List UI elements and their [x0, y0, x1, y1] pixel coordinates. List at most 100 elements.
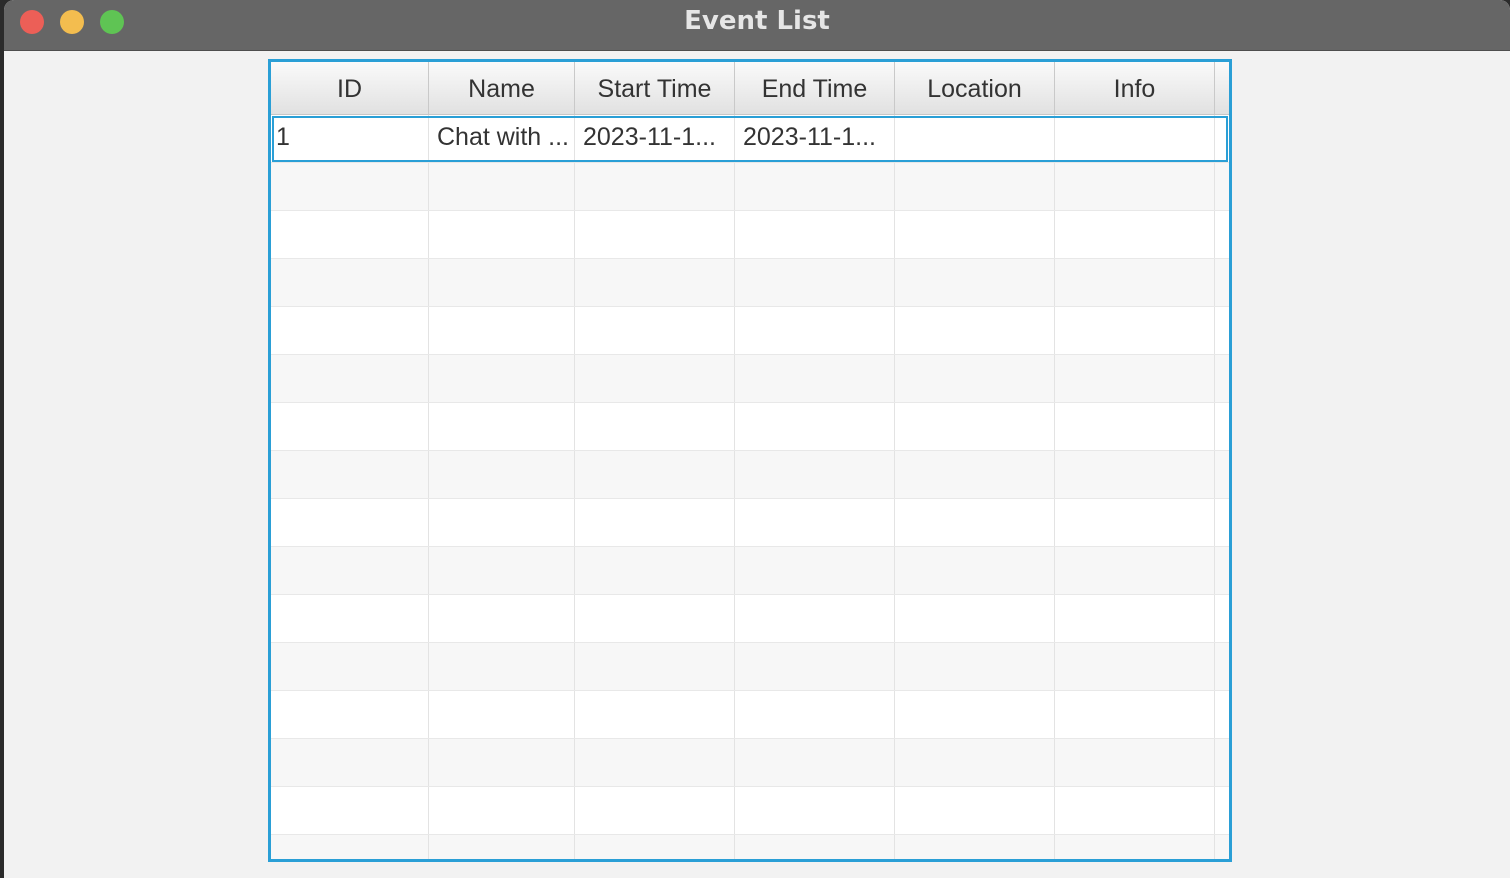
empty-cell [271, 691, 429, 738]
empty-cell [429, 595, 575, 642]
cell-filler [1215, 499, 1229, 546]
empty-table-row[interactable] [271, 307, 1229, 355]
empty-cell [429, 163, 575, 210]
cell-filler [1215, 163, 1229, 210]
empty-cell [271, 739, 429, 786]
column-header-id[interactable]: ID [271, 62, 429, 114]
empty-cell [735, 163, 895, 210]
empty-table-row[interactable] [271, 163, 1229, 211]
cell-filler [1215, 355, 1229, 402]
cell-filler [1215, 739, 1229, 786]
empty-cell [895, 595, 1055, 642]
column-header-name[interactable]: Name [429, 62, 575, 114]
empty-cell [271, 643, 429, 690]
empty-cell [1055, 355, 1215, 402]
empty-cell [735, 595, 895, 642]
empty-cell [429, 499, 575, 546]
empty-cell [895, 547, 1055, 594]
empty-table-row[interactable] [271, 211, 1229, 259]
empty-table-row[interactable] [271, 259, 1229, 307]
empty-table-row[interactable] [271, 595, 1229, 643]
empty-cell [575, 691, 735, 738]
cell-filler [1215, 691, 1229, 738]
empty-table-row[interactable] [271, 355, 1229, 403]
empty-cell [735, 307, 895, 354]
empty-cell [1055, 739, 1215, 786]
cell-filler [1215, 259, 1229, 306]
empty-cell [1055, 451, 1215, 498]
empty-cell [895, 355, 1055, 402]
empty-table-row[interactable] [271, 835, 1229, 859]
empty-table-row[interactable] [271, 643, 1229, 691]
empty-cell [271, 451, 429, 498]
empty-cell [429, 835, 575, 859]
empty-table-row[interactable] [271, 499, 1229, 547]
empty-cell [575, 787, 735, 834]
empty-cell [735, 547, 895, 594]
empty-cell [575, 739, 735, 786]
empty-cell [735, 643, 895, 690]
empty-cell [735, 211, 895, 258]
empty-cell [735, 499, 895, 546]
empty-table-row[interactable] [271, 739, 1229, 787]
empty-cell [429, 307, 575, 354]
empty-cell [1055, 547, 1215, 594]
column-header-info[interactable]: Info [1055, 62, 1215, 114]
empty-table-row[interactable] [271, 691, 1229, 739]
cell-filler [1215, 451, 1229, 498]
cell-name: Chat with ... [429, 115, 575, 162]
cell-info [1055, 115, 1215, 162]
empty-cell [575, 163, 735, 210]
empty-cell [1055, 643, 1215, 690]
empty-cell [429, 643, 575, 690]
empty-table-row[interactable] [271, 547, 1229, 595]
empty-cell [895, 259, 1055, 306]
table-row[interactable]: 1 Chat with ... 2023-11-1... 2023-11-1..… [271, 115, 1229, 163]
empty-cell [1055, 403, 1215, 450]
app-window: Event List ID Name Start Time End Time L… [4, 0, 1510, 878]
cell-filler [1215, 835, 1229, 859]
empty-cell [735, 691, 895, 738]
empty-cell [735, 787, 895, 834]
event-table[interactable]: ID Name Start Time End Time Location Inf… [268, 59, 1232, 862]
empty-cell [575, 307, 735, 354]
empty-cell [735, 259, 895, 306]
empty-cell [1055, 499, 1215, 546]
empty-cell [735, 835, 895, 859]
cell-filler [1215, 643, 1229, 690]
empty-cell [575, 355, 735, 402]
column-header-start-time[interactable]: Start Time [575, 62, 735, 114]
empty-table-row[interactable] [271, 451, 1229, 499]
cell-end-time: 2023-11-1... [735, 115, 895, 162]
empty-cell [271, 307, 429, 354]
cell-filler [1215, 115, 1229, 162]
empty-cell [895, 163, 1055, 210]
empty-table-row[interactable] [271, 787, 1229, 835]
empty-cell [1055, 307, 1215, 354]
empty-cell [429, 259, 575, 306]
cell-location [895, 115, 1055, 162]
table-body: 1 Chat with ... 2023-11-1... 2023-11-1..… [271, 115, 1229, 859]
empty-cell [429, 787, 575, 834]
empty-cell [735, 403, 895, 450]
empty-cell [271, 163, 429, 210]
empty-cell [735, 739, 895, 786]
empty-cell [271, 403, 429, 450]
empty-cell [429, 355, 575, 402]
empty-cell [1055, 595, 1215, 642]
cell-filler [1215, 307, 1229, 354]
empty-cell [429, 403, 575, 450]
empty-cell [895, 739, 1055, 786]
empty-table-row[interactable] [271, 403, 1229, 451]
window-title: Event List [684, 6, 830, 36]
empty-cell [575, 499, 735, 546]
empty-cell [895, 403, 1055, 450]
empty-cell [575, 835, 735, 859]
column-header-location[interactable]: Location [895, 62, 1055, 114]
cell-filler [1215, 595, 1229, 642]
cell-start-time: 2023-11-1... [575, 115, 735, 162]
column-header-end-time[interactable]: End Time [735, 62, 895, 114]
cell-filler [1215, 403, 1229, 450]
empty-cell [429, 547, 575, 594]
empty-cell [429, 691, 575, 738]
